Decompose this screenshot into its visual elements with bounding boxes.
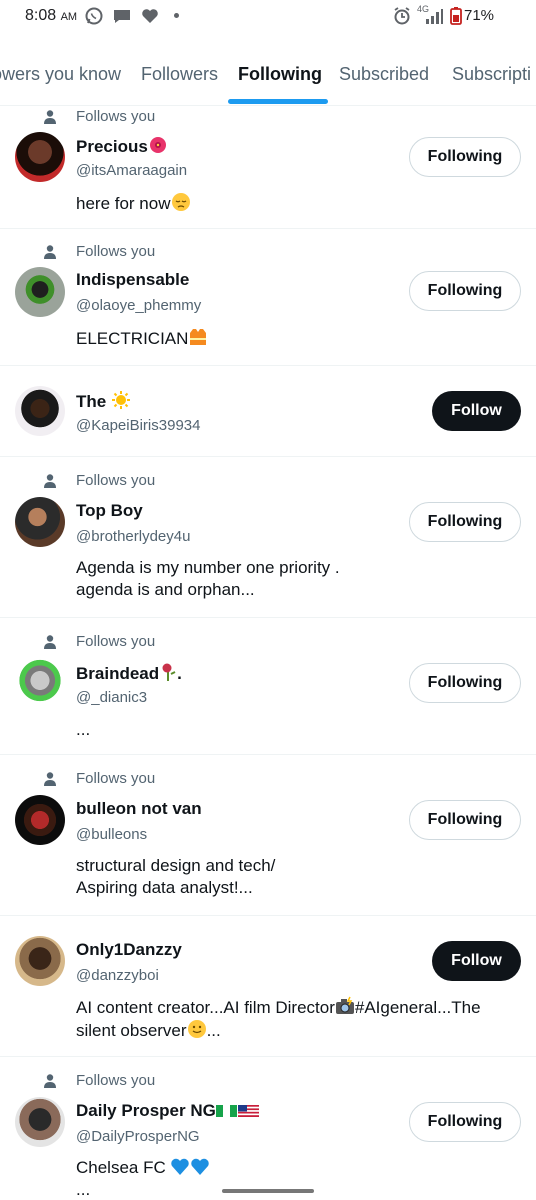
user-bio: Chelsea FC ... (76, 1157, 506, 1200)
follows-you-label: Follows you (76, 633, 156, 650)
user-handle[interactable]: @DailyProsperNG (76, 1128, 200, 1145)
user-name[interactable]: The (76, 390, 131, 412)
following-button[interactable]: Following (409, 663, 521, 703)
user-row[interactable]: The @KapeiBiris39934 Follow (0, 366, 536, 457)
user-handle[interactable]: @itsAmaraagain (76, 162, 187, 179)
person-icon (44, 635, 56, 649)
battery-percent: 71% (464, 7, 495, 24)
home-indicator[interactable] (222, 1189, 314, 1193)
follows-you-label: Follows you (76, 472, 156, 489)
camera-flash-emoji-icon (335, 996, 354, 1014)
avatar[interactable] (15, 497, 65, 547)
follows-you-label: Follows you (76, 243, 156, 260)
tab-following[interactable]: Following (238, 64, 322, 85)
avatar[interactable] (15, 1097, 65, 1147)
tab-subscriptions[interactable]: Subscripti (452, 64, 531, 85)
sun-emoji-icon (111, 391, 130, 409)
user-handle[interactable]: @_dianic3 (76, 689, 147, 706)
user-bio: structural design and tech/Aspiring data… (76, 856, 276, 897)
tab-followers[interactable]: Followers (141, 64, 218, 85)
person-icon (44, 1074, 56, 1088)
following-button[interactable]: Following (409, 137, 521, 177)
person-icon (44, 245, 56, 259)
avatar[interactable] (15, 132, 65, 182)
signal-icon (426, 9, 443, 24)
user-row[interactable]: Follows you Top Boy @brotherlydey4u Agen… (0, 457, 536, 618)
user-handle[interactable]: @bulleons (76, 826, 147, 843)
user-bio: ELECTRICIAN (76, 327, 506, 350)
user-row[interactable]: Follows you Daily Prosper NG @DailyProsp… (0, 1057, 536, 1200)
user-handle[interactable]: @brotherlydey4u (76, 528, 190, 545)
user-name[interactable]: Indispensable (76, 270, 189, 290)
message-icon (114, 10, 130, 23)
following-button[interactable]: Following (409, 1102, 521, 1142)
follow-button[interactable]: Follow (432, 391, 521, 431)
alarm-icon (394, 7, 410, 25)
avatar[interactable] (15, 267, 65, 317)
user-list: Follows you Precious @itsAmaraagain here… (0, 106, 536, 1200)
status-time: 8:08 AM (25, 7, 78, 24)
following-button[interactable]: Following (409, 502, 521, 542)
usa-flag-icon (237, 1105, 259, 1117)
follows-you-label: Follows you (76, 1072, 156, 1089)
user-name[interactable]: Precious (76, 135, 168, 157)
hibiscus-emoji-icon (149, 137, 166, 153)
slightly-smiling-face-emoji-icon (187, 1020, 206, 1038)
avatar[interactable] (15, 658, 65, 708)
follows-you-label: Follows you (76, 108, 156, 125)
whatsapp-icon (85, 7, 103, 25)
following-button[interactable]: Following (409, 271, 521, 311)
user-row[interactable]: Follows you Braindead. @_dianic3 ... Fol… (0, 618, 536, 755)
tab-bar: owers you know Followers Following Subsc… (0, 52, 536, 106)
user-handle[interactable]: @danzzyboi (76, 967, 159, 984)
user-row[interactable]: Only1Danzzy @danzzyboi AI content creato… (0, 916, 536, 1057)
user-bio: ... (76, 720, 91, 739)
pensive-face-emoji-icon (171, 193, 190, 211)
person-icon (44, 772, 56, 786)
nigeria-flag-icon (215, 1105, 237, 1117)
tab-subscribed[interactable]: Subscribed (339, 64, 429, 85)
battery-icon (450, 7, 462, 25)
user-name[interactable]: Daily Prosper NG (76, 1101, 260, 1121)
user-name[interactable]: bulleon not van (76, 799, 202, 819)
blue-hearts-emoji-icon (170, 1158, 209, 1175)
user-bio: AI content creator...AI film Director #AI… (76, 996, 481, 1040)
user-name[interactable]: Braindead. (76, 662, 182, 684)
user-bio: here for now (76, 192, 506, 215)
avatar[interactable] (15, 386, 65, 436)
person-icon (44, 110, 56, 124)
user-name[interactable]: Top Boy (76, 501, 143, 521)
user-handle[interactable]: @KapeiBiris39934 (76, 417, 200, 434)
heart-icon (142, 9, 158, 23)
user-row[interactable]: Follows you Precious @itsAmaraagain here… (0, 106, 536, 229)
status-bar: 8:08 AM 4G 71% (0, 0, 536, 34)
notification-dot (174, 13, 179, 18)
avatar[interactable] (15, 795, 65, 845)
following-button[interactable]: Following (409, 800, 521, 840)
follow-button[interactable]: Follow (432, 941, 521, 981)
person-icon (44, 474, 56, 488)
user-row[interactable]: Follows you Indispensable @olaoye_phemmy… (0, 229, 536, 366)
follows-you-label: Follows you (76, 770, 156, 787)
tab-followers-you-know[interactable]: owers you know (0, 64, 121, 85)
avatar[interactable] (15, 936, 65, 986)
user-handle[interactable]: @olaoye_phemmy (76, 297, 201, 314)
safety-vest-emoji-icon (190, 329, 207, 345)
user-bio: Agenda is my number one priority . agenda… (76, 558, 340, 599)
active-tab-indicator (228, 99, 328, 104)
user-row[interactable]: Follows you bulleon not van @bulleons st… (0, 755, 536, 916)
user-name[interactable]: Only1Danzzy (76, 940, 182, 960)
wilted-flower-emoji-icon (162, 663, 176, 681)
